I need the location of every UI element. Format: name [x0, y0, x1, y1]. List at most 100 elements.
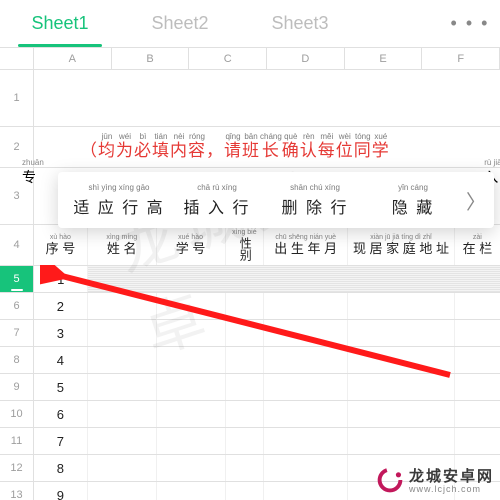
cell-11-3[interactable]	[157, 428, 226, 454]
cell-10-2[interactable]	[88, 401, 157, 427]
cell-10-7[interactable]	[455, 401, 500, 427]
cell-12-2[interactable]	[88, 455, 157, 481]
tab-more-button[interactable]: • • •	[440, 13, 500, 34]
cell-10-6[interactable]	[348, 401, 455, 427]
rowhead-4[interactable]: 4	[0, 225, 34, 265]
row-context-menu: shì yìng xíng gāo适 应 行 高 chā rù xíng插 入 …	[58, 172, 494, 228]
cell-7-6[interactable]	[348, 320, 455, 346]
cell-6-3[interactable]	[157, 293, 226, 319]
rowhead-6[interactable]: 6	[0, 293, 34, 319]
sheet-grid: 1 2 （jūn均wéi为bì必tián填nèi内róng容，qǐng请bān班…	[0, 70, 500, 500]
row-6: 62	[0, 293, 500, 320]
rowhead-13[interactable]: 13	[0, 482, 34, 500]
hdr-id[interactable]: xué hào学 号	[157, 225, 226, 265]
cell-8-2[interactable]	[88, 347, 157, 373]
dragon-logo-icon	[377, 467, 403, 493]
hdr-birth[interactable]: chū shēng nián yuè出 生 年 月	[264, 225, 348, 265]
cell-5-rest[interactable]	[88, 266, 500, 292]
cell-8-6[interactable]	[348, 347, 455, 373]
ctx-autofit-row[interactable]: shì yìng xíng gāo适 应 行 高	[70, 183, 168, 218]
row-2: 2 （jūn均wéi为bì必tián填nèi内róng容，qǐng请bān班ch…	[0, 127, 500, 168]
rowhead-7[interactable]: 7	[0, 320, 34, 346]
cell-13A[interactable]: 9	[34, 482, 88, 500]
rowhead-9[interactable]: 9	[0, 374, 34, 400]
site-watermark: 龙城安卓网 www.lcjch.com	[377, 465, 494, 494]
cell-6A[interactable]: 2	[34, 293, 88, 319]
cell-11-4[interactable]	[226, 428, 265, 454]
rowhead-12[interactable]: 12	[0, 455, 34, 481]
watermark-url: www.lcjch.com	[409, 484, 481, 494]
cell-6-2[interactable]	[88, 293, 157, 319]
cell-11-5[interactable]	[264, 428, 348, 454]
col-A[interactable]: A	[34, 48, 112, 69]
cell-7-7[interactable]	[455, 320, 500, 346]
cell-8-4[interactable]	[226, 347, 265, 373]
cell-7-5[interactable]	[264, 320, 348, 346]
tab-sheet2[interactable]: Sheet2	[120, 0, 240, 47]
col-D[interactable]: D	[267, 48, 345, 69]
rowhead-11[interactable]: 11	[0, 428, 34, 454]
cell-6-7[interactable]	[455, 293, 500, 319]
cell-12A[interactable]: 8	[34, 455, 88, 481]
cell-13-4[interactable]	[226, 482, 265, 500]
rowhead-1[interactable]: 1	[0, 70, 34, 126]
row-9: 95	[0, 374, 500, 401]
rowhead-10[interactable]: 10	[0, 401, 34, 427]
cell-13-5[interactable]	[264, 482, 348, 500]
col-C[interactable]: C	[189, 48, 267, 69]
cell-10A[interactable]: 6	[34, 401, 88, 427]
cell-6-4[interactable]	[226, 293, 265, 319]
cell-9-6[interactable]	[348, 374, 455, 400]
cell-7A[interactable]: 3	[34, 320, 88, 346]
cell-11-7[interactable]	[455, 428, 500, 454]
cell-10-3[interactable]	[157, 401, 226, 427]
cell-8A[interactable]: 4	[34, 347, 88, 373]
cell-7-4[interactable]	[226, 320, 265, 346]
cell-7-3[interactable]	[157, 320, 226, 346]
cell-10-4[interactable]	[226, 401, 265, 427]
col-F[interactable]: F	[422, 48, 500, 69]
cell-2-merged[interactable]: （jūn均wéi为bì必tián填nèi内róng容，qǐng请bān班chán…	[34, 127, 500, 167]
col-E[interactable]: E	[345, 48, 423, 69]
row-10: 106	[0, 401, 500, 428]
cell-12-4[interactable]	[226, 455, 265, 481]
cell-11A[interactable]: 7	[34, 428, 88, 454]
cell-1[interactable]	[34, 70, 500, 126]
cell-9-5[interactable]	[264, 374, 348, 400]
cell-7-2[interactable]	[88, 320, 157, 346]
tab-sheet3[interactable]: Sheet3	[240, 0, 360, 47]
cell-12-5[interactable]	[264, 455, 348, 481]
ctx-more-chevron[interactable]: 〉	[462, 186, 490, 215]
ctx-hide-row[interactable]: yǐn cáng隐 藏	[364, 183, 462, 218]
cell-8-5[interactable]	[264, 347, 348, 373]
cell-9-4[interactable]	[226, 374, 265, 400]
cell-6-6[interactable]	[348, 293, 455, 319]
hdr-extra[interactable]: zài在 栏	[455, 225, 500, 265]
cell-10-5[interactable]	[264, 401, 348, 427]
cell-9-3[interactable]	[157, 374, 226, 400]
corner-cell[interactable]	[0, 48, 34, 69]
ctx-delete-row[interactable]: shān chú xíng删 除 行	[266, 183, 364, 218]
cell-13-2[interactable]	[88, 482, 157, 500]
cell-9-2[interactable]	[88, 374, 157, 400]
cell-9A[interactable]: 5	[34, 374, 88, 400]
tab-sheet1[interactable]: Sheet1	[0, 0, 120, 47]
hdr-address[interactable]: xiàn jū jiā tíng dì zhǐ现 居 家 庭 地 址	[348, 225, 455, 265]
hdr-name[interactable]: xìng míng姓 名	[88, 225, 157, 265]
cell-6-5[interactable]	[264, 293, 348, 319]
cell-11-2[interactable]	[88, 428, 157, 454]
hdr-gender[interactable]: xìng bié性别	[226, 225, 265, 265]
col-B[interactable]: B	[112, 48, 190, 69]
cell-8-7[interactable]	[455, 347, 500, 373]
cell-8-3[interactable]	[157, 347, 226, 373]
rowhead-5[interactable]: 5	[0, 266, 34, 292]
cell-5A[interactable]: 1	[34, 266, 88, 292]
cell-9-7[interactable]	[455, 374, 500, 400]
cell-11-6[interactable]	[348, 428, 455, 454]
row-4-headers: 4 xù hào序 号 xìng míng姓 名 xué hào学 号 xìng…	[0, 225, 500, 266]
cell-13-3[interactable]	[157, 482, 226, 500]
ctx-insert-row[interactable]: chā rù xíng插 入 行	[168, 183, 266, 218]
rowhead-8[interactable]: 8	[0, 347, 34, 373]
hdr-seq[interactable]: xù hào序 号	[34, 225, 88, 265]
cell-12-3[interactable]	[157, 455, 226, 481]
